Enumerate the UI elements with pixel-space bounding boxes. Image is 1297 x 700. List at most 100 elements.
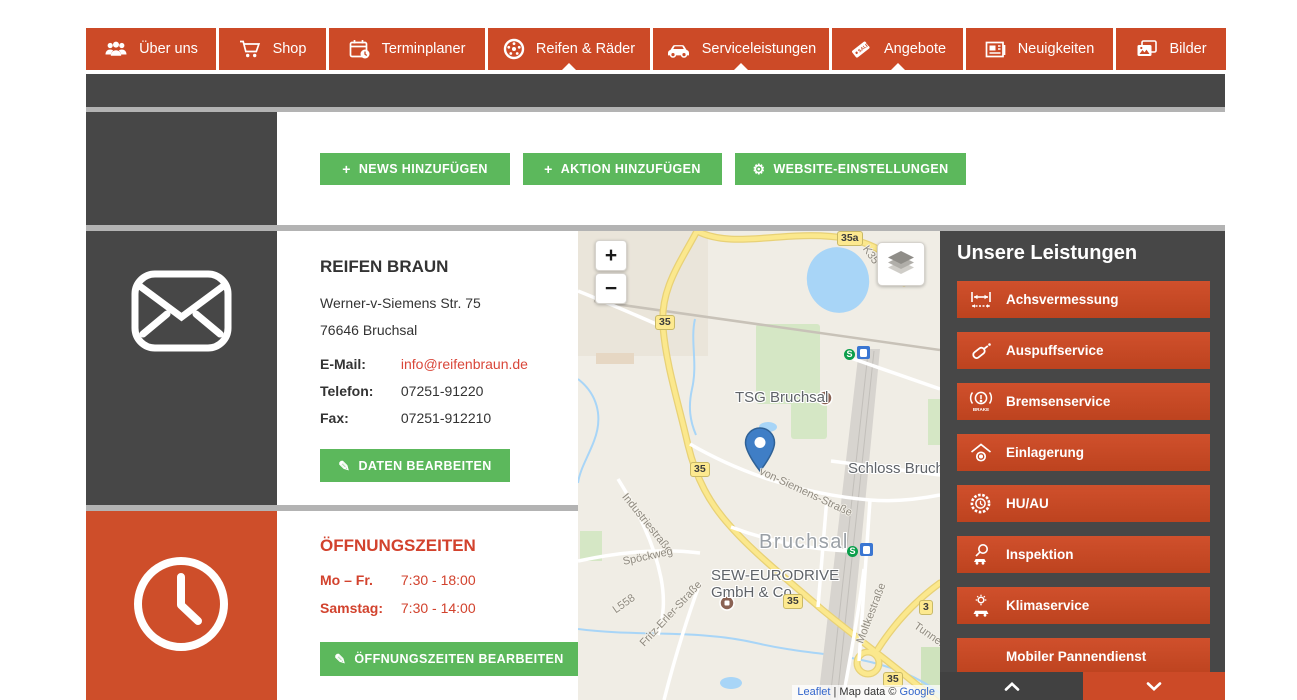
magnifier-car-icon bbox=[967, 543, 994, 566]
map-zoom-out-button[interactable]: − bbox=[595, 273, 627, 304]
edit-hours-label: ÖFFNUNGSZEITEN BEARBEITEN bbox=[354, 652, 563, 666]
phone-row: Telefon: 07251-91220 bbox=[320, 378, 578, 405]
services-sidebar: Unsere Leistungen Achsvermessung Auspuf bbox=[940, 231, 1225, 700]
website-settings-button[interactable]: ⚙ WEBSITE-EINSTELLUNGEN bbox=[735, 153, 966, 185]
nav-label: Angebote bbox=[884, 41, 946, 57]
nav-item-ueber-uns[interactable]: Über uns bbox=[86, 28, 216, 70]
edit-hours-button[interactable]: ✎ ÖFFNUNGSZEITEN BEARBEITEN bbox=[320, 642, 578, 676]
secondary-bar bbox=[86, 74, 1225, 107]
services-scroll-up-button[interactable] bbox=[940, 672, 1083, 700]
car-icon bbox=[666, 40, 691, 58]
nav-caret-up-icon bbox=[562, 63, 576, 70]
street-address: Werner-v-Siemens Str. 75 bbox=[320, 290, 578, 317]
services-scroll-down-button[interactable] bbox=[1083, 672, 1225, 700]
map-zoom-in-button[interactable]: + bbox=[595, 240, 627, 271]
hours-title: ÖFFNUNGSZEITEN bbox=[320, 536, 578, 556]
calendar-clock-icon bbox=[349, 39, 371, 60]
map-layers-button[interactable] bbox=[877, 242, 925, 286]
route-badge: 35 bbox=[690, 462, 710, 477]
inspection-seal-icon bbox=[967, 492, 994, 515]
leaflet-link[interactable]: Leaflet bbox=[797, 686, 830, 698]
nav-label: Neuigkeiten bbox=[1018, 41, 1095, 57]
sale-tag-icon: SALE bbox=[849, 38, 873, 60]
exhaust-icon bbox=[967, 340, 994, 362]
clock-icon bbox=[130, 553, 232, 655]
map-label-sew-1: SEW-EURODRIVE bbox=[711, 567, 839, 584]
company-name: REIFEN BRAUN bbox=[320, 257, 578, 277]
wheel-icon bbox=[503, 38, 525, 60]
service-mobiler-pannendienst[interactable]: Mobiler Pannendienst bbox=[957, 638, 1210, 675]
add-news-button[interactable]: + NEWS HINZUFÜGEN bbox=[320, 153, 510, 185]
sbahn-icon: S bbox=[844, 349, 855, 360]
contact-icon-block bbox=[86, 231, 277, 505]
map-label-sew-2: GmbH & Co bbox=[711, 584, 792, 601]
edit-contact-button[interactable]: ✎ DATEN BEARBEITEN bbox=[320, 449, 510, 482]
city-address: 76646 Bruchsal bbox=[320, 317, 578, 344]
service-inspektion[interactable]: Inspektion bbox=[957, 536, 1210, 573]
nav-item-terminplaner[interactable]: Terminplaner bbox=[329, 28, 485, 70]
website-settings-label: WEBSITE-EINSTELLUNGEN bbox=[773, 162, 948, 176]
services-title: Unsere Leistungen bbox=[957, 242, 1137, 265]
map-label-tsg: TSG Bruchsal bbox=[735, 389, 828, 406]
google-link[interactable]: Google bbox=[900, 686, 935, 698]
nav-item-reifen-raeder[interactable]: Reifen & Räder bbox=[488, 28, 650, 70]
service-klimaservice[interactable]: Klimaservice bbox=[957, 587, 1210, 624]
location-map[interactable]: TSG Bruchsal Schloss Bruchsal Bruchsal S… bbox=[578, 231, 940, 700]
service-label: Inspektion bbox=[1006, 547, 1074, 562]
add-aktion-button[interactable]: + AKTION HINZUFÜGEN bbox=[523, 153, 722, 185]
add-news-label: NEWS HINZUFÜGEN bbox=[359, 162, 488, 176]
nav-label: Über uns bbox=[139, 41, 198, 57]
hours-label: Mo – Fr. bbox=[320, 566, 397, 594]
nav-label: Reifen & Räder bbox=[536, 41, 635, 57]
attribution-text: | Map data © bbox=[830, 686, 899, 698]
hours-value: 7:30 - 18:00 bbox=[401, 572, 476, 588]
nav-item-neuigkeiten[interactable]: Neuigkeiten bbox=[966, 28, 1113, 70]
fax-label: Fax: bbox=[320, 405, 397, 432]
contact-card: REIFEN BRAUN Werner-v-Siemens Str. 75 76… bbox=[277, 231, 578, 505]
nav-item-angebote[interactable]: SALE Angebote bbox=[832, 28, 963, 70]
chevron-down-icon bbox=[1146, 682, 1162, 691]
service-achsvermessung[interactable]: Achsvermessung bbox=[957, 281, 1210, 318]
nav-item-serviceleistungen[interactable]: Serviceleistungen bbox=[653, 28, 829, 70]
service-auspuffservice[interactable]: Auspuffservice bbox=[957, 332, 1210, 369]
nav-caret-up-icon bbox=[734, 63, 748, 70]
route-badge: 3 bbox=[919, 600, 933, 615]
route-badge: 35a bbox=[837, 231, 863, 246]
route-badge: 35 bbox=[655, 315, 675, 330]
pencil-icon: ✎ bbox=[338, 459, 350, 473]
service-hu-au[interactable]: HU/AU bbox=[957, 485, 1210, 522]
sun-car-icon bbox=[967, 594, 994, 617]
nav-item-bilder[interactable]: Bilder bbox=[1116, 28, 1226, 70]
newspaper-icon bbox=[985, 40, 1007, 59]
email-link[interactable]: info@reifenbraun.de bbox=[401, 356, 528, 372]
fax-row: Fax: 07251-912210 bbox=[320, 405, 578, 432]
axle-alignment-icon bbox=[967, 290, 994, 310]
nav-label: Terminplaner bbox=[382, 41, 466, 57]
nav-label: Shop bbox=[273, 41, 307, 57]
plus-icon: + bbox=[342, 162, 351, 176]
service-label: Achsvermessung bbox=[1006, 292, 1119, 307]
nav-caret-up-icon bbox=[891, 63, 905, 70]
map-attribution: Leaflet | Map data © Google bbox=[792, 685, 940, 700]
layers-icon bbox=[885, 249, 917, 279]
map-label-city: Bruchsal bbox=[759, 531, 849, 554]
dark-spacer-block bbox=[86, 112, 277, 225]
email-row: E-Mail: info@reifenbraun.de bbox=[320, 351, 578, 378]
service-label: Bremsenservice bbox=[1006, 394, 1110, 409]
images-icon bbox=[1135, 39, 1158, 59]
service-bremsenservice[interactable]: BRAKE Bremsenservice bbox=[957, 383, 1210, 420]
plus-icon: + bbox=[544, 162, 553, 176]
chevron-up-icon bbox=[1004, 682, 1020, 691]
nav-label: Bilder bbox=[1169, 41, 1206, 57]
nav-label: Serviceleistungen bbox=[702, 41, 816, 57]
main-nav: Über uns Shop Terminplaner Reifen & Räde… bbox=[86, 28, 1225, 70]
gear-icon: ⚙ bbox=[752, 162, 765, 176]
nav-item-shop[interactable]: Shop bbox=[219, 28, 326, 70]
pencil-icon: ✎ bbox=[334, 652, 346, 666]
users-icon bbox=[104, 40, 128, 58]
hours-value: 7:30 - 14:00 bbox=[401, 600, 476, 616]
service-einlagerung[interactable]: Einlagerung bbox=[957, 434, 1210, 471]
train-station-icon bbox=[860, 543, 873, 556]
sbahn-icon: S bbox=[847, 546, 858, 557]
phone-label: Telefon: bbox=[320, 378, 397, 405]
